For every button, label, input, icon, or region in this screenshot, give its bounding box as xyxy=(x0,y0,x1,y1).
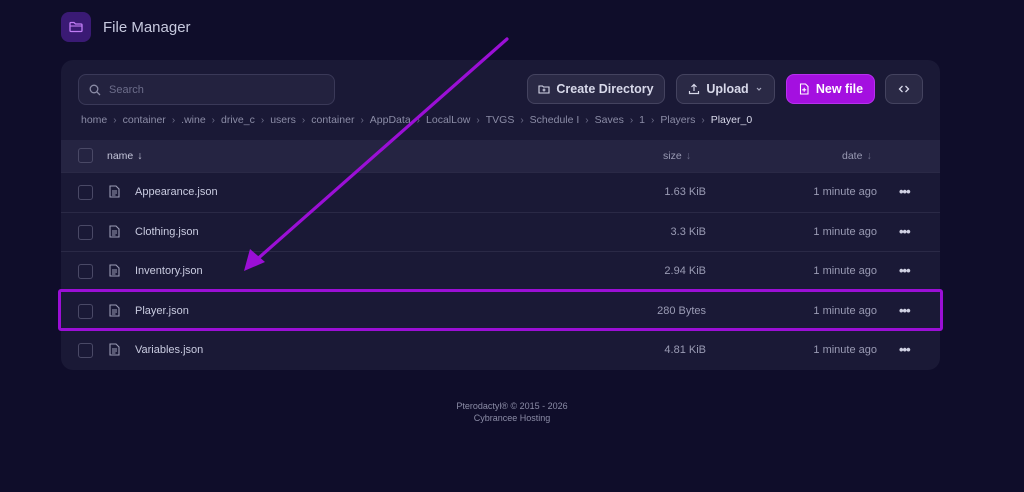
file-manager-panel: Create Directory Upload New file home › co… xyxy=(61,60,940,370)
footer-host: Cybrancee Hosting xyxy=(473,413,551,423)
table-row[interactable]: Player.json 280 Bytes 1 minute ago ••• xyxy=(61,290,940,330)
breadcrumb-item[interactable]: LocalLow xyxy=(426,114,470,126)
breadcrumb-item[interactable]: TVGS xyxy=(486,114,515,126)
more-options-icon[interactable]: ••• xyxy=(899,303,911,318)
chevron-down-icon xyxy=(756,87,762,91)
more-options-icon[interactable]: ••• xyxy=(899,184,911,199)
more-options-icon[interactable]: ••• xyxy=(899,263,911,278)
file-name[interactable]: Player.json xyxy=(135,305,189,317)
column-header-name[interactable]: name ↓ xyxy=(107,150,143,162)
create-directory-label: Create Directory xyxy=(556,82,654,96)
breadcrumb-separator-icon: › xyxy=(701,114,705,126)
page-title: File Manager xyxy=(103,18,191,36)
select-all-checkbox[interactable] xyxy=(78,148,93,163)
code-icon xyxy=(898,85,910,93)
table-row[interactable]: Clothing.json 3.3 KiB 1 minute ago ••• xyxy=(61,211,940,251)
breadcrumb-item[interactable]: AppData xyxy=(370,114,411,126)
breadcrumb-item[interactable]: .wine xyxy=(181,114,206,126)
row-checkbox[interactable] xyxy=(78,264,93,280)
file-date: 1 minute ago xyxy=(813,225,877,238)
breadcrumb-item[interactable]: users xyxy=(270,114,296,126)
breadcrumb-item[interactable]: Schedule I xyxy=(530,114,580,126)
breadcrumb-item[interactable]: Players xyxy=(660,114,695,126)
row-checkbox[interactable] xyxy=(78,185,93,200)
upload-icon xyxy=(689,83,700,95)
column-header-date[interactable]: date ↓ xyxy=(842,150,872,162)
file-text-icon xyxy=(109,343,120,356)
breadcrumb-separator-icon: › xyxy=(585,114,589,126)
row-checkbox[interactable] xyxy=(78,343,93,359)
breadcrumb-separator-icon: › xyxy=(360,114,364,126)
upload-label: Upload xyxy=(706,82,749,96)
breadcrumb-item[interactable]: Saves xyxy=(595,114,624,126)
breadcrumb-separator-icon: › xyxy=(301,114,306,126)
breadcrumb-separator-icon: › xyxy=(520,114,524,126)
new-file-label: New file xyxy=(815,82,864,96)
breadcrumb-separator-icon: › xyxy=(211,114,216,126)
breadcrumb-separator-icon: › xyxy=(651,114,655,126)
file-size: 1.63 KiB xyxy=(664,186,706,198)
file-date: 1 minute ago xyxy=(813,186,877,198)
breadcrumb-item[interactable]: 1 xyxy=(639,114,645,126)
upload-button[interactable]: Upload xyxy=(676,74,775,104)
table-header: name ↓ size ↓ date ↓ xyxy=(61,140,940,172)
breadcrumb-item[interactable]: drive_c xyxy=(221,114,255,126)
file-name[interactable]: Clothing.json xyxy=(135,226,199,238)
breadcrumb-separator-icon: › xyxy=(416,114,421,126)
more-options-icon[interactable]: ••• xyxy=(899,224,911,239)
row-checkbox[interactable] xyxy=(78,303,93,319)
breadcrumb-separator-icon: › xyxy=(260,114,265,126)
breadcrumb-item[interactable]: home xyxy=(81,114,107,126)
file-text-icon xyxy=(109,225,120,238)
file-date: 1 minute ago xyxy=(813,344,877,357)
folder-icon xyxy=(61,12,91,42)
more-options-icon[interactable]: ••• xyxy=(899,342,911,357)
table-row[interactable]: Inventory.json 2.94 KiB 1 minute ago ••• xyxy=(61,251,940,290)
folder-plus-icon xyxy=(538,85,550,94)
search-box[interactable] xyxy=(78,74,335,105)
footer-copyright: Pterodactyl® © 2015 - 2026 xyxy=(456,401,568,411)
file-name[interactable]: Appearance.json xyxy=(135,186,218,198)
column-header-size[interactable]: size ↓ xyxy=(663,150,691,162)
breadcrumb-separator-icon: › xyxy=(113,114,117,126)
file-size: 4.81 KiB xyxy=(664,344,706,357)
search-icon xyxy=(89,84,101,95)
page-header: File Manager xyxy=(61,12,191,42)
table-row[interactable]: Appearance.json 1.63 KiB 1 minute ago ••• xyxy=(61,172,940,211)
file-size: 3.3 KiB xyxy=(670,225,706,238)
table-row[interactable]: Variables.json 4.81 KiB 1 minute ago ••• xyxy=(61,330,940,369)
row-checkbox[interactable] xyxy=(78,224,93,240)
breadcrumb: home › container › .wine › drive_c › users › conta… xyxy=(81,114,752,126)
create-directory-button[interactable]: Create Directory xyxy=(527,74,665,104)
file-plus-icon xyxy=(799,83,809,95)
breadcrumb-separator-icon: › xyxy=(171,114,176,126)
code-toggle-button[interactable] xyxy=(885,74,923,104)
breadcrumb-separator-icon: › xyxy=(629,114,634,126)
file-name[interactable]: Inventory.json xyxy=(135,265,203,277)
new-file-button[interactable]: New file xyxy=(786,74,875,104)
file-date: 1 minute ago xyxy=(813,265,877,278)
breadcrumb-item[interactable]: container xyxy=(311,114,354,126)
breadcrumb-item: Player_0 xyxy=(710,114,753,126)
file-size: 2.94 KiB xyxy=(664,265,706,278)
breadcrumb-item[interactable]: container xyxy=(123,114,166,126)
file-text-icon xyxy=(109,264,120,277)
file-text-icon xyxy=(109,185,120,198)
file-size: 280 Bytes xyxy=(657,304,706,317)
file-text-icon xyxy=(109,304,120,317)
file-date: 1 minute ago xyxy=(813,304,877,317)
search-input[interactable] xyxy=(109,83,309,96)
breadcrumb-separator-icon: › xyxy=(476,114,480,126)
file-name[interactable]: Variables.json xyxy=(135,344,203,356)
